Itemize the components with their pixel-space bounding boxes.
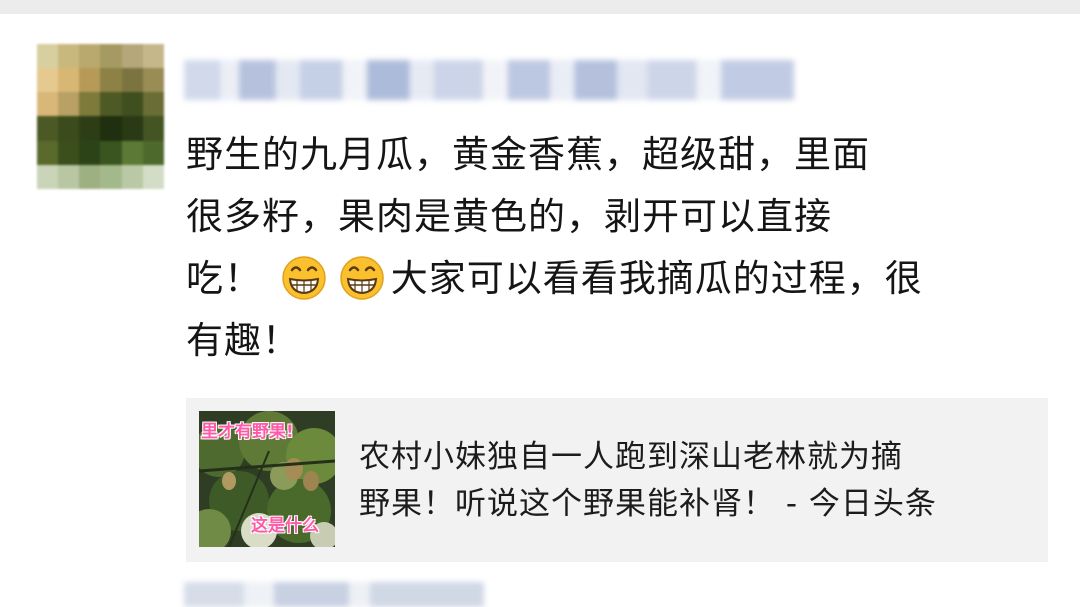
link-thumbnail: 里才有野果! 这是什么 (199, 411, 335, 547)
link-card-title-line-2: 野果！听说这个野果能补肾！ - 今日头条 (359, 486, 937, 522)
grinning-face-icon (282, 256, 326, 300)
post-text-line-4: 有趣！ (186, 319, 300, 362)
post-text-line-2: 很多籽，果肉是黄色的，剥开可以直接 (186, 195, 832, 238)
grinning-face-icon (340, 256, 384, 300)
post-text-line-1: 野生的九月瓜，黄金香蕉，超级甜，里面 (186, 133, 870, 176)
next-post-blurred (184, 582, 484, 607)
username-blurred[interactable] (184, 60, 794, 100)
post-text-line-3a: 吃！ (186, 257, 262, 300)
thumbnail-caption-bottom: 这是什么 (251, 516, 319, 536)
avatar[interactable] (37, 44, 164, 189)
post-text-line-3b: 大家可以看看我摘瓜的过程，很 (390, 257, 923, 300)
post-text: 野生的九月瓜，黄金香蕉，超级甜，里面 很多籽，果肉是黄色的，剥开可以直接 吃！ 大家… (186, 124, 1046, 372)
shared-link-card[interactable]: 里才有野果! 这是什么 农村小妹独自一人跑到深山老林就为摘 野果！听说这个野果能补… (186, 398, 1048, 562)
link-card-title[interactable]: 农村小妹独自一人跑到深山老林就为摘 野果！听说这个野果能补肾！ - 今日头条 (359, 434, 1029, 528)
thumbnail-caption-top: 里才有野果! (201, 422, 294, 442)
link-card-title-line-1: 农村小妹独自一人跑到深山老林就为摘 (359, 439, 903, 475)
top-divider (0, 0, 1080, 14)
